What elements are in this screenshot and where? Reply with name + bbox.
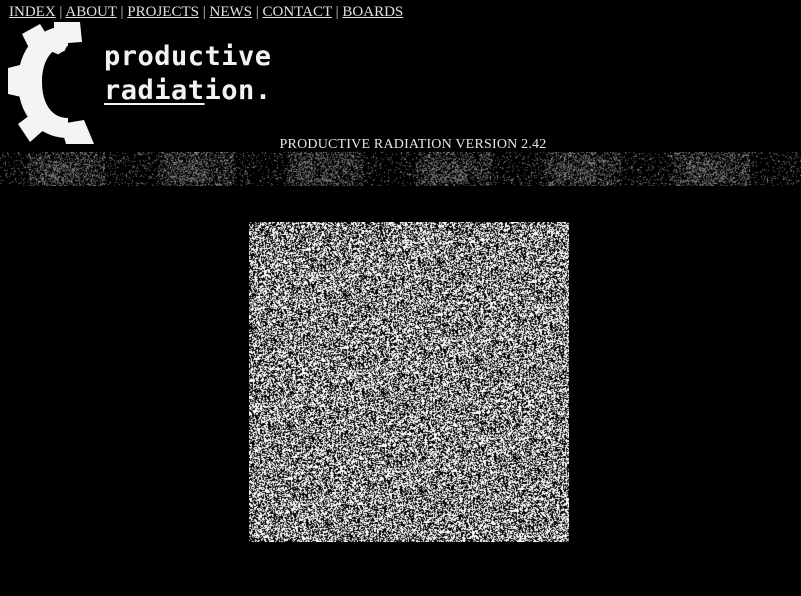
nav-separator: |: [59, 4, 63, 20]
nav-link-about[interactable]: ABOUT: [65, 4, 116, 20]
logo-text-underlined: radiat: [104, 75, 205, 106]
static-noise-image: [249, 222, 569, 542]
top-navigation: INDEX | ABOUT | PROJECTS | NEWS | CONTAC…: [9, 4, 403, 21]
static-noise-canvas: [249, 222, 569, 542]
nav-separator: |: [120, 4, 124, 20]
nav-link-boards[interactable]: BOARDS: [342, 4, 403, 20]
nav-separator: |: [255, 4, 259, 20]
nav-separator: |: [202, 4, 206, 20]
logo-text-line2: radiation.: [104, 76, 272, 106]
nav-link-index[interactable]: INDEX: [9, 4, 56, 20]
nav-link-contact[interactable]: CONTACT: [263, 4, 332, 20]
logo-text-rest: ion.: [204, 75, 272, 106]
noise-banner-canvas: [0, 152, 801, 186]
site-logo[interactable]: productive radiation.: [8, 20, 288, 146]
noise-banner-strip: [0, 152, 801, 186]
version-label: PRODUCTIVE RADIATION VERSION 2.42: [279, 137, 547, 152]
nav-separator: |: [335, 4, 339, 20]
gear-icon: [8, 22, 94, 144]
nav-link-projects[interactable]: PROJECTS: [127, 4, 199, 20]
logo-text-line1: productive: [104, 41, 272, 72]
nav-link-news[interactable]: NEWS: [210, 4, 253, 20]
